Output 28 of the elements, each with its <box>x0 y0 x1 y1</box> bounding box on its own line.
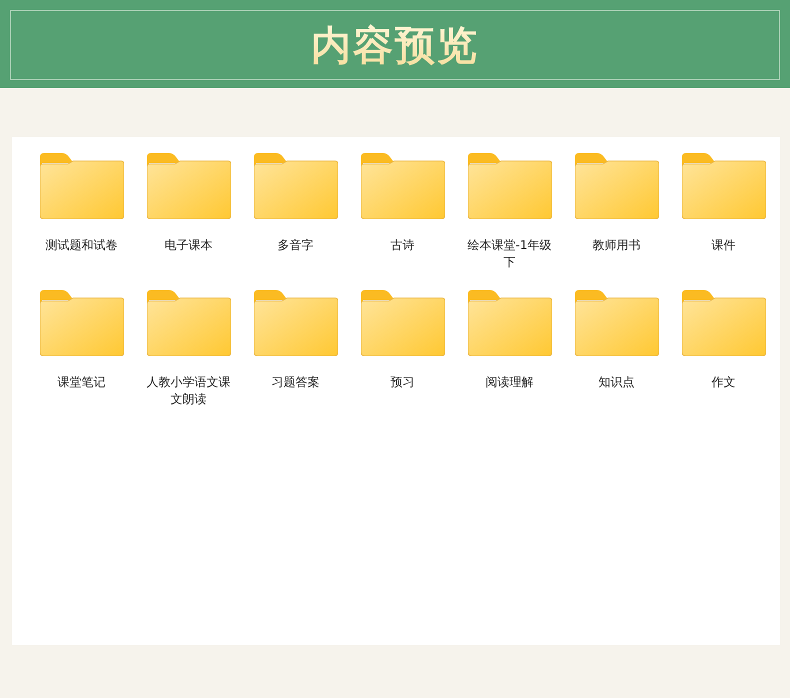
folder-icon[interactable] <box>682 290 766 356</box>
folder-name[interactable]: 人教小学语文课文朗读 <box>142 374 234 408</box>
folder-name[interactable]: 电子课本 <box>142 237 234 254</box>
folder-icon[interactable] <box>468 290 552 356</box>
folder-icon[interactable] <box>574 290 658 356</box>
folder-icon[interactable] <box>682 153 766 219</box>
folder-name[interactable]: 绘本课堂-1年级下 <box>464 237 556 271</box>
folder-icon[interactable] <box>40 290 124 356</box>
folder-icon[interactable] <box>574 153 658 219</box>
folder-name[interactable]: 测试题和试卷 <box>36 237 128 254</box>
folder-name[interactable]: 多音字 <box>250 237 342 254</box>
folder-icon[interactable] <box>254 153 338 219</box>
folder-icon[interactable] <box>468 153 552 219</box>
folder-name[interactable]: 习题答案 <box>250 374 342 391</box>
folder-name[interactable]: 古诗 <box>356 237 448 254</box>
folder-name[interactable]: 知识点 <box>570 374 662 391</box>
folder-icon[interactable] <box>254 290 338 356</box>
folder-name[interactable]: 作文 <box>678 374 770 391</box>
folder-icon[interactable] <box>40 153 124 219</box>
folder-name[interactable]: 预习 <box>356 374 448 391</box>
folder-name[interactable]: 课堂笔记 <box>36 374 128 391</box>
folder-icon[interactable] <box>146 290 230 356</box>
folder-name[interactable]: 教师用书 <box>570 237 662 254</box>
folder-icon[interactable] <box>360 290 444 356</box>
folder-icon[interactable] <box>360 153 444 219</box>
folder-icon[interactable] <box>146 153 230 219</box>
folder-name[interactable]: 阅读理解 <box>464 374 556 391</box>
folder-name[interactable]: 课件 <box>678 237 770 254</box>
